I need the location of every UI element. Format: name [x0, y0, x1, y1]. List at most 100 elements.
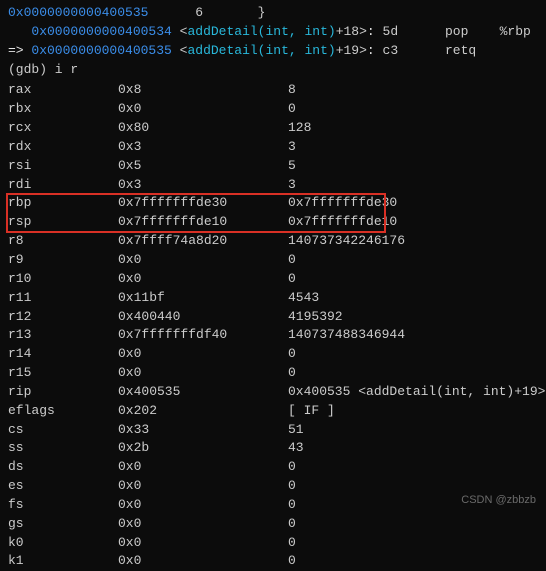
register-hex: 0x202 [118, 402, 288, 421]
register-hex: 0x7ffff74a8d20 [118, 232, 288, 251]
func-name: addDetail(int, int) [187, 24, 335, 39]
register-dec: 0 [288, 270, 538, 289]
register-dec: 128 [288, 119, 538, 138]
register-hex: 0x0 [118, 552, 288, 571]
register-dec: 51 [288, 421, 538, 440]
register-dec: 0 [288, 552, 538, 571]
disasm-source-line: 0x0000000000400535 6 } [8, 4, 538, 23]
register-hex: 0x33 [118, 421, 288, 440]
register-name: k1 [8, 552, 118, 571]
register-hex: 0x8 [118, 81, 288, 100]
register-dec: 0 [288, 100, 538, 119]
register-name: es [8, 477, 118, 496]
current-arrow: => [8, 43, 31, 58]
register-dec: 140737342246176 [288, 232, 538, 251]
register-row: ds0x00 [8, 458, 538, 477]
register-hex: 0x0 [118, 477, 288, 496]
register-row: es0x00 [8, 477, 538, 496]
source-addr: 0x0000000000400535 [8, 5, 148, 20]
register-name: r11 [8, 289, 118, 308]
register-row: r130x7fffffffdf40140737488346944 [8, 326, 538, 345]
register-name: ss [8, 439, 118, 458]
register-row: rsp0x7fffffffde100x7fffffffde10 [8, 213, 538, 232]
register-dec: 0x7fffffffde10 [288, 213, 538, 232]
register-hex: 0x400440 [118, 308, 288, 327]
register-name: rcx [8, 119, 118, 138]
instr-hex: 5d [383, 24, 399, 39]
register-hex: 0x3 [118, 138, 288, 157]
register-name: r14 [8, 345, 118, 364]
register-row: eflags0x202[ IF ] [8, 402, 538, 421]
register-dec: 3 [288, 138, 538, 157]
gdb-prompt[interactable]: (gdb) i r [8, 61, 538, 80]
register-name: r13 [8, 326, 118, 345]
register-dec: 3 [288, 176, 538, 195]
register-name: r8 [8, 232, 118, 251]
register-row: rax0x88 [8, 81, 538, 100]
source-lineno: 6 [195, 5, 203, 20]
register-row: cs0x3351 [8, 421, 538, 440]
register-dec: 0x400535 <addDetail(int, int)+19> [288, 383, 545, 402]
disasm-line-2-current: => 0x0000000000400535 <addDetail(int, in… [8, 42, 538, 61]
register-name: rsi [8, 157, 118, 176]
register-dec: 0 [288, 458, 538, 477]
register-name: rbp [8, 194, 118, 213]
register-name: eflags [8, 402, 118, 421]
register-hex: 0x0 [118, 458, 288, 477]
register-hex: 0x400535 [118, 383, 288, 402]
register-dec: 140737488346944 [288, 326, 538, 345]
operand: %rbp [500, 24, 531, 39]
register-dec: [ IF ] [288, 402, 538, 421]
register-row: k10x00 [8, 552, 538, 571]
register-hex: 0x0 [118, 251, 288, 270]
register-dec: 0 [288, 364, 538, 383]
register-name: r15 [8, 364, 118, 383]
register-name: rbx [8, 100, 118, 119]
register-hex: 0x80 [118, 119, 288, 138]
register-row: rbp0x7fffffffde300x7fffffffde30 [8, 194, 538, 213]
register-name: gs [8, 515, 118, 534]
register-hex: 0x3 [118, 176, 288, 195]
register-name: rip [8, 383, 118, 402]
register-hex: 0x0 [118, 364, 288, 383]
register-row: ss0x2b43 [8, 439, 538, 458]
register-dec: 43 [288, 439, 538, 458]
register-hex: 0x0 [118, 496, 288, 515]
register-name: k0 [8, 534, 118, 553]
func-name: addDetail(int, int) [187, 43, 335, 58]
register-name: rsp [8, 213, 118, 232]
source-brace: } [258, 5, 266, 20]
register-row: rip0x4005350x400535 <addDetail(int, int)… [8, 383, 538, 402]
register-dec: 0 [288, 515, 538, 534]
register-name: ds [8, 458, 118, 477]
mnemonic: retq [445, 43, 476, 58]
register-hex: 0x11bf [118, 289, 288, 308]
instr-addr: 0x0000000000400534 [31, 24, 171, 39]
register-row: rdx0x33 [8, 138, 538, 157]
register-hex: 0x0 [118, 270, 288, 289]
register-name: rax [8, 81, 118, 100]
register-row: fs0x00 [8, 496, 538, 515]
register-row: rbx0x00 [8, 100, 538, 119]
register-dec: 4543 [288, 289, 538, 308]
register-hex: 0x0 [118, 100, 288, 119]
register-dec: 5 [288, 157, 538, 176]
instr-hex: c3 [383, 43, 399, 58]
register-hex: 0x0 [118, 345, 288, 364]
register-hex: 0x0 [118, 534, 288, 553]
register-hex: 0x7fffffffdf40 [118, 326, 288, 345]
register-table: rax0x88rbx0x00rcx0x80128rdx0x33rsi0x55rd… [8, 81, 538, 571]
register-row: r90x00 [8, 251, 538, 270]
register-hex: 0x7fffffffde30 [118, 194, 288, 213]
register-row: r120x4004404195392 [8, 308, 538, 327]
register-row: rcx0x80128 [8, 119, 538, 138]
register-row: k00x00 [8, 534, 538, 553]
register-row: rdi0x33 [8, 176, 538, 195]
register-dec: 0 [288, 534, 538, 553]
register-row: r110x11bf4543 [8, 289, 538, 308]
register-dec: 8 [288, 81, 538, 100]
register-row: r140x00 [8, 345, 538, 364]
disasm-line-1: 0x0000000000400534 <addDetail(int, int)+… [8, 23, 538, 42]
register-name: r10 [8, 270, 118, 289]
register-row: gs0x00 [8, 515, 538, 534]
